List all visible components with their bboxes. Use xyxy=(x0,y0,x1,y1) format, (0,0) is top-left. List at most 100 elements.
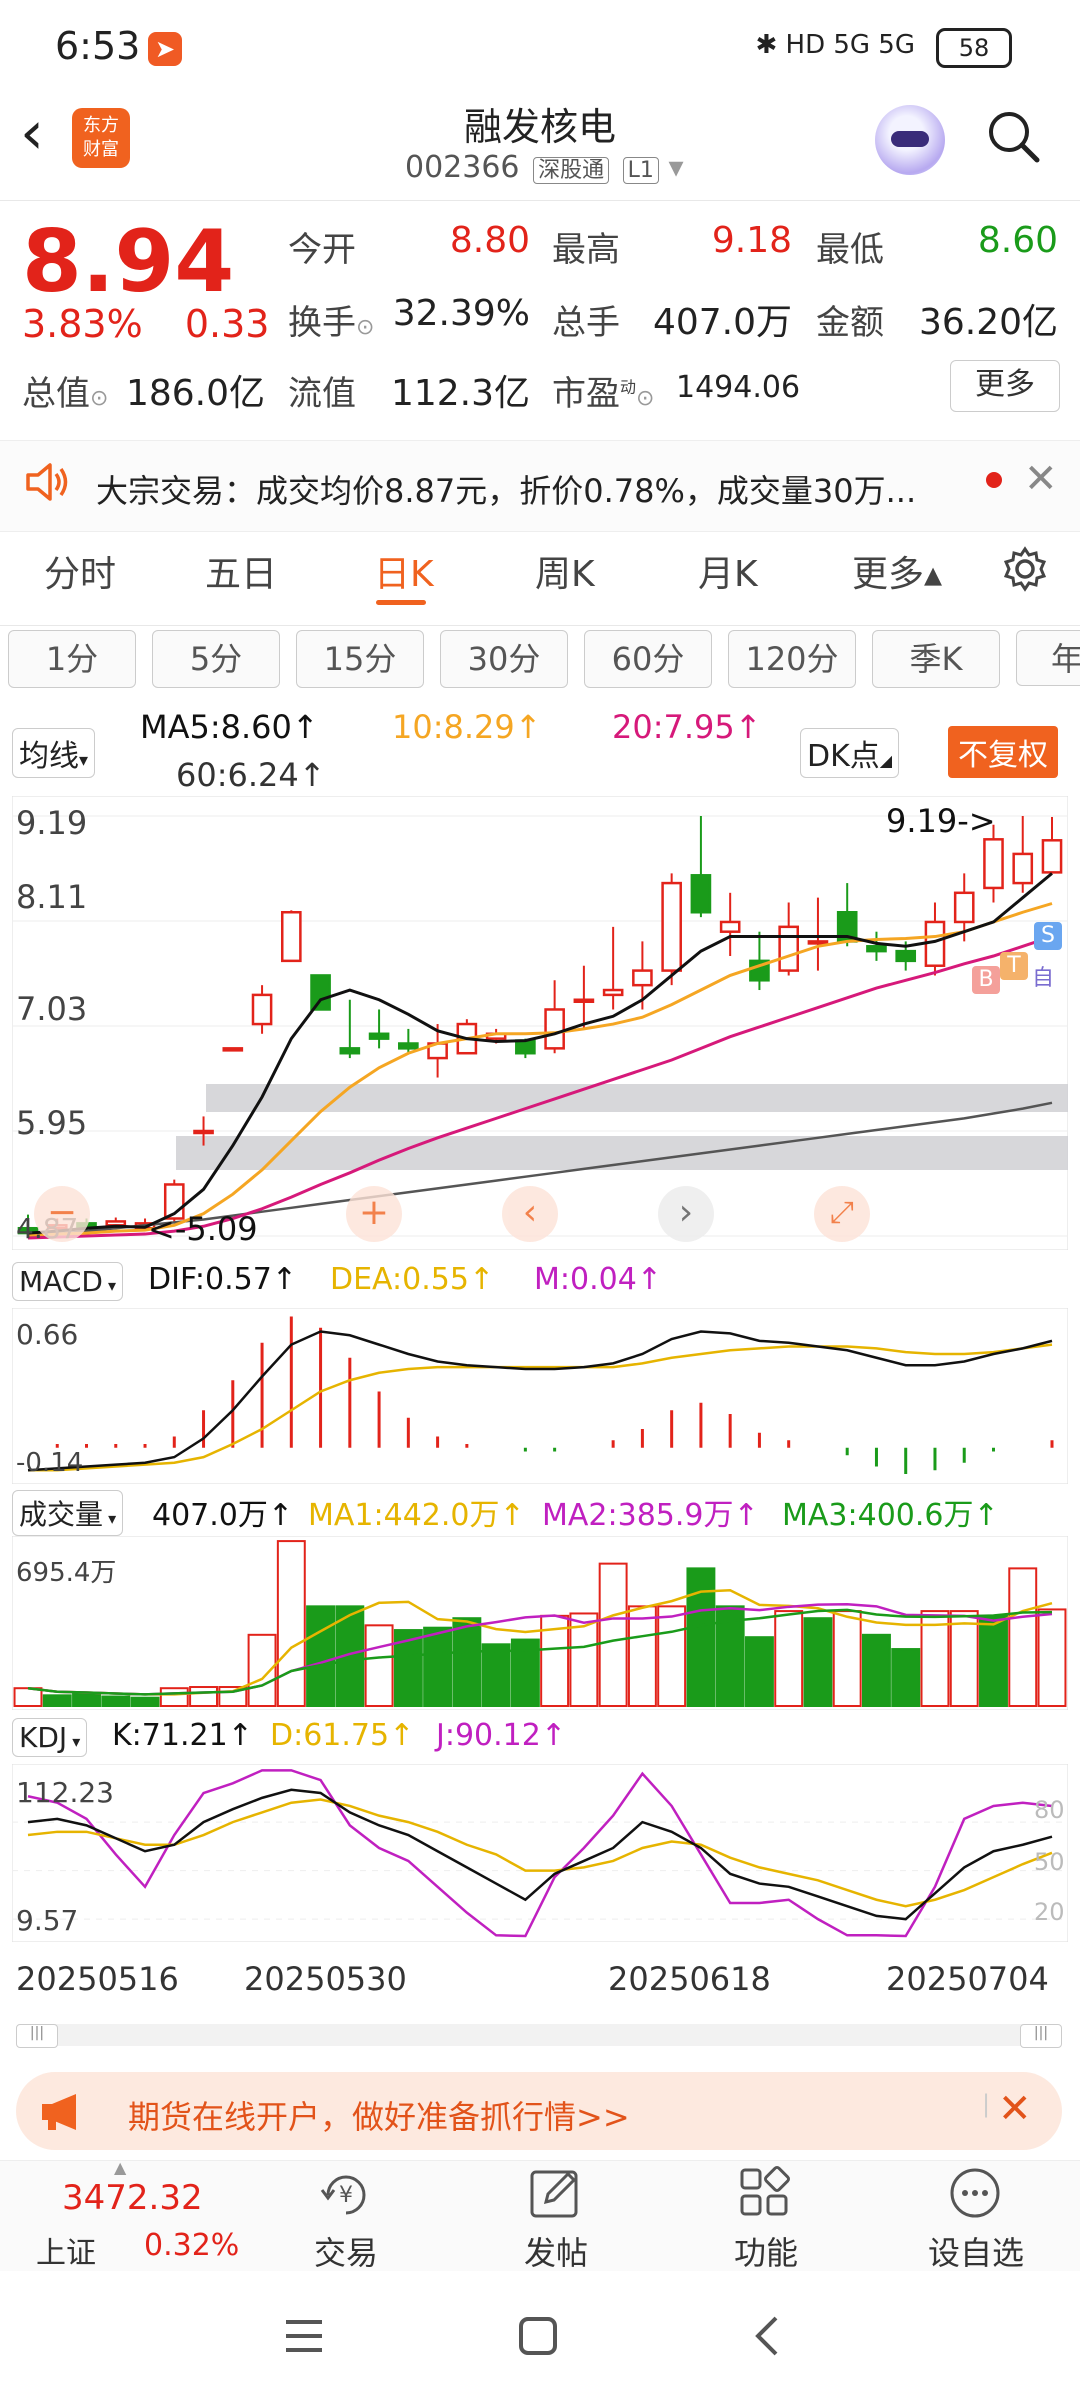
ad-text[interactable]: 期货在线开户，做好准备抓行情>> xyxy=(128,2092,630,2138)
index-name[interactable]: 上证 xyxy=(36,2228,96,2272)
volume-chart[interactable] xyxy=(12,1536,1068,1710)
index-percent[interactable]: 0.32% xyxy=(144,2228,239,2263)
t-signal-badge[interactable]: T xyxy=(1000,952,1028,980)
candle-body xyxy=(983,838,1004,890)
candle-body xyxy=(602,988,624,997)
macd-dif: DIF:0.57↑ xyxy=(148,1262,297,1297)
post-icon[interactable] xyxy=(528,2166,582,2220)
home-icon[interactable] xyxy=(518,2316,558,2356)
volume-bar xyxy=(979,1614,1008,1707)
nav-trade-label[interactable]: 交易 xyxy=(276,2228,416,2274)
volume-selector[interactable]: 成交量 ▾ xyxy=(12,1490,124,1536)
buy-signal-badge[interactable]: B xyxy=(972,966,1000,994)
search-icon[interactable] xyxy=(985,108,1041,164)
menu-icon[interactable] xyxy=(284,2318,324,2354)
custom-signal-badge[interactable]: 自 xyxy=(1032,960,1054,992)
add-watchlist-icon[interactable] xyxy=(948,2166,1002,2220)
close-ad-icon[interactable]: ✕ xyxy=(998,2086,1032,2132)
chart-zoom-out-icon[interactable]: − xyxy=(34,1186,90,1242)
low-value: 8.60 xyxy=(977,220,1058,261)
candlestick-chart[interactable] xyxy=(12,796,1068,1250)
scroll-handle-left[interactable]: ||| xyxy=(16,2024,58,2048)
nav-post-label[interactable]: 发帖 xyxy=(486,2228,626,2274)
dk-point-button[interactable]: DK点◢ xyxy=(800,728,900,778)
kdj-selector[interactable]: KDJ ▾ xyxy=(12,1718,88,1757)
trade-icon[interactable]: ¥ xyxy=(318,2168,374,2222)
tab-monthly-k[interactable]: 月K xyxy=(698,545,758,597)
sell-signal-badge[interactable]: S xyxy=(1034,922,1062,950)
macd-dea: DEA:0.55↑ xyxy=(330,1262,495,1297)
candle-body xyxy=(690,874,712,914)
high-label: 最高 xyxy=(552,230,620,270)
volume-bar xyxy=(452,1617,482,1707)
volume-bar xyxy=(891,1648,921,1708)
volume-bar xyxy=(744,1636,774,1707)
price-tick-4: 5.95 xyxy=(16,1104,88,1142)
candle-body xyxy=(661,881,682,972)
period-60min[interactable]: 60分 xyxy=(584,630,712,688)
kdj-chart[interactable] xyxy=(12,1764,1068,1942)
chart-scrollbar[interactable] xyxy=(16,2024,1060,2046)
mktcap-value: 186.0亿 xyxy=(125,373,265,414)
kdj-level-20: 20 xyxy=(1034,1898,1065,1926)
notice-text[interactable]: 大宗交易：成交均价8.87元，折价0.78%，成交量30万... xyxy=(96,466,946,512)
date-label-2: 20250530 xyxy=(244,1960,407,1998)
active-tab-indicator xyxy=(376,600,426,605)
macd-selector[interactable]: MACD ▾ xyxy=(12,1262,124,1301)
assistant-robot-icon[interactable] xyxy=(875,105,945,175)
period-15min[interactable]: 15分 xyxy=(296,630,424,688)
ma60-value: 60:6.24↑ xyxy=(176,756,326,794)
nav-functions-label[interactable]: 功能 xyxy=(696,2228,836,2274)
close-notice-icon[interactable]: ✕ xyxy=(1024,456,1058,502)
period-quarterly[interactable]: 季K xyxy=(872,630,1000,688)
scroll-handle-right[interactable]: ||| xyxy=(1020,2024,1062,2048)
candle-body xyxy=(953,891,975,924)
back-nav-icon[interactable] xyxy=(752,2314,782,2358)
amount-value: 36.20亿 xyxy=(918,302,1058,343)
status-bar: 6:53 ➤ ✱ HD 5G 5G 58 xyxy=(0,0,1080,100)
stock-code: 002366 xyxy=(405,150,520,185)
period-30min[interactable]: 30分 xyxy=(440,630,568,688)
chart-scroll-left-icon[interactable]: ‹ xyxy=(502,1186,558,1242)
volume-bar xyxy=(189,1686,219,1707)
status-time: 6:53 xyxy=(55,24,141,68)
period-1min[interactable]: 1分 xyxy=(8,630,136,688)
period-120min[interactable]: 120分 xyxy=(728,630,856,688)
chart-scroll-right-icon[interactable]: › xyxy=(658,1186,714,1242)
candle-body xyxy=(1041,839,1063,874)
ma-selector[interactable]: 均线▾ xyxy=(12,728,96,778)
period-yearly[interactable]: 年 xyxy=(1016,630,1080,686)
functions-grid-icon[interactable] xyxy=(738,2166,792,2220)
kdj-tick-bottom: 9.57 xyxy=(16,1904,79,1937)
index-value[interactable]: 3472.32 xyxy=(62,2178,203,2218)
volume-bar xyxy=(306,1605,336,1707)
more-button[interactable]: 更多 xyxy=(950,360,1060,412)
dropdown-arrow-icon[interactable]: ▾ xyxy=(668,150,683,185)
ad-divider: | xyxy=(982,2090,991,2118)
kdj-d: D:61.75↑ xyxy=(270,1718,415,1753)
volume-bar xyxy=(598,1562,628,1707)
settings-gear-icon[interactable] xyxy=(1002,546,1048,592)
tab-more[interactable]: 更多▴ xyxy=(852,545,942,597)
tab-weekly-k[interactable]: 周K xyxy=(535,545,595,597)
nav-watchlist-label[interactable]: 设自选 xyxy=(906,2228,1046,2274)
float-value: 112.3亿 xyxy=(390,373,530,414)
kdj-level-80: 80 xyxy=(1034,1796,1065,1824)
tab-daily-k[interactable]: 日K xyxy=(374,545,434,597)
adjust-mode-button[interactable]: 不复权 xyxy=(948,726,1058,778)
chart-fullscreen-icon[interactable]: ⤢ xyxy=(814,1186,870,1242)
kdj-k: K:71.21↑ xyxy=(112,1718,253,1753)
turnover-label: 换手⊙ xyxy=(288,303,375,343)
ma20-value: 20:7.95↑ xyxy=(612,708,762,746)
mktcap-label: 总值⊙ xyxy=(22,374,109,414)
tab-five-day[interactable]: 五日 xyxy=(205,545,277,597)
amount-label: 金额 xyxy=(816,303,884,343)
tab-intraday[interactable]: 分时 xyxy=(44,545,116,597)
period-5min[interactable]: 5分 xyxy=(152,630,280,688)
high-value: 9.18 xyxy=(711,220,792,261)
macd-chart[interactable] xyxy=(12,1308,1068,1484)
candle-body xyxy=(719,920,741,933)
unread-dot xyxy=(986,472,1002,488)
megaphone-icon xyxy=(42,2094,76,2130)
chart-zoom-in-icon[interactable]: + xyxy=(346,1186,402,1242)
